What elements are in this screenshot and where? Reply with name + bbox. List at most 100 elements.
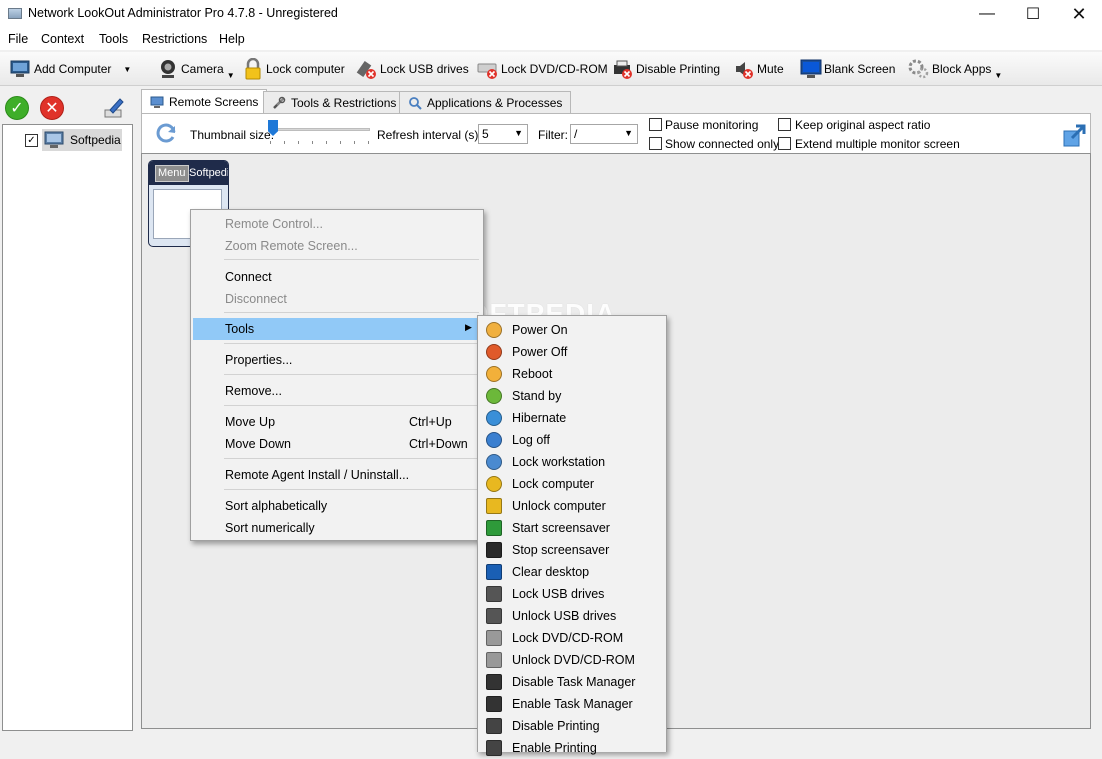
- show-connected-checkbox[interactable]: [649, 137, 662, 150]
- lock-dvd-icon: [486, 630, 502, 646]
- tools-submenu-item[interactable]: Lock computer: [480, 473, 664, 495]
- slider-thumb[interactable]: [268, 120, 278, 136]
- close-button[interactable]: ✕: [1056, 0, 1102, 28]
- menu-connect[interactable]: Connect: [193, 266, 481, 288]
- tools-submenu-item[interactable]: Disable Task Manager: [480, 671, 664, 693]
- tools-submenu-item[interactable]: Stop screensaver: [480, 539, 664, 561]
- refresh-interval-label: Refresh interval (s):: [377, 128, 482, 142]
- gears-icon: [908, 59, 929, 79]
- move-down-shortcut: Ctrl+Down: [409, 437, 468, 451]
- filter-select[interactable]: / ▼: [570, 124, 638, 144]
- pause-monitoring-checkbox[interactable]: [649, 118, 662, 131]
- unlock-usb-icon: [486, 608, 502, 624]
- menu-move-up[interactable]: Move Up Ctrl+Up: [193, 411, 481, 433]
- clear-desktop-icon: [486, 564, 502, 580]
- cancel-x-icon[interactable]: ✕: [40, 96, 64, 120]
- main-toolbar: Add Computer ▼ Camera ▼ Lock computer Lo…: [0, 52, 1102, 86]
- mute-button[interactable]: Mute: [733, 57, 784, 81]
- menu-sort-alphabetically[interactable]: Sort alphabetically: [193, 495, 481, 517]
- dvd-lock-icon: [477, 63, 497, 79]
- menu-tools-item[interactable]: Tools ▶: [193, 318, 481, 340]
- menu-tools[interactable]: Tools: [99, 32, 128, 46]
- applications-search-icon: [409, 96, 422, 110]
- tab-remote-screens[interactable]: Remote Screens: [141, 89, 268, 114]
- tools-submenu-item[interactable]: Lock workstation: [480, 451, 664, 473]
- chevron-down-icon[interactable]: ▼: [227, 71, 235, 80]
- block-apps-button[interactable]: Block Apps ▼: [908, 57, 1002, 81]
- minimize-button[interactable]: —: [964, 0, 1010, 28]
- camera-icon: [161, 60, 175, 78]
- camera-button[interactable]: Camera ▼: [157, 57, 235, 81]
- tools-submenu-item[interactable]: Enable Task Manager: [480, 693, 664, 715]
- menu-remote-control[interactable]: Remote Control...: [193, 213, 481, 235]
- tools-submenu-item[interactable]: Unlock DVD/CD-ROM: [480, 649, 664, 671]
- tools-submenu-item[interactable]: Enable Printing: [480, 737, 664, 759]
- pause-monitoring-label: Pause monitoring: [665, 118, 759, 132]
- edit-list-icon[interactable]: [102, 96, 126, 120]
- maximize-button[interactable]: ☐: [1010, 0, 1056, 28]
- tools-submenu-item[interactable]: Reboot: [480, 363, 664, 385]
- tools-submenu-item[interactable]: Lock DVD/CD-ROM: [480, 627, 664, 649]
- menu-separator: [224, 489, 479, 490]
- menu-properties[interactable]: Properties...: [193, 349, 481, 371]
- blank-screen-button[interactable]: Blank Screen: [800, 57, 895, 81]
- thumbnail-name: Softpedia: [189, 167, 228, 179]
- tools-submenu-item[interactable]: Hibernate: [480, 407, 664, 429]
- tools-submenu-item[interactable]: Power On: [480, 319, 664, 341]
- lock-workstation-icon: [486, 454, 502, 470]
- tools-submenu-item[interactable]: Log off: [480, 429, 664, 451]
- refresh-interval-select[interactable]: 5 ▼: [478, 124, 528, 144]
- lock-computer-button[interactable]: Lock computer: [242, 57, 345, 81]
- tree-item-checkbox[interactable]: ✓: [25, 134, 38, 147]
- add-computer-button[interactable]: Add Computer ▼: [10, 57, 131, 81]
- tools-submenu: Power On Power Off Reboot Stand by Hibernate…: [477, 315, 667, 756]
- tab-tools-restrictions[interactable]: Tools & Restrictions: [263, 91, 406, 113]
- tools-submenu-item[interactable]: Unlock USB drives: [480, 605, 664, 627]
- tools-icon: [273, 96, 286, 109]
- menu-remove[interactable]: Remove...: [193, 380, 481, 402]
- app-icon: [8, 8, 22, 19]
- computer-icon: [44, 131, 64, 148]
- tools-submenu-item[interactable]: Lock USB drives: [480, 583, 664, 605]
- add-computer-icon: [10, 60, 30, 77]
- thumbnail-size-slider[interactable]: [268, 119, 370, 147]
- menu-disconnect[interactable]: Disconnect: [193, 288, 481, 310]
- tools-submenu-item[interactable]: Disable Printing: [480, 715, 664, 737]
- tree-item-softpedia[interactable]: Softpedia: [42, 129, 122, 151]
- tools-submenu-item[interactable]: Clear desktop: [480, 561, 664, 583]
- thumbnail-menu-button[interactable]: Menu: [155, 165, 189, 182]
- popout-icon[interactable]: [1062, 122, 1088, 148]
- lock-dvd-button[interactable]: Lock DVD/CD-ROM: [477, 57, 608, 81]
- tools-submenu-item[interactable]: Power Off: [480, 341, 664, 363]
- menu-file[interactable]: File: [8, 32, 28, 46]
- menu-help[interactable]: Help: [219, 32, 245, 46]
- menu-restrictions[interactable]: Restrictions: [142, 32, 207, 46]
- accept-check-icon[interactable]: ✓: [5, 96, 29, 120]
- menu-zoom-remote-screen[interactable]: Zoom Remote Screen...: [193, 235, 481, 257]
- chevron-down-icon[interactable]: ▼: [123, 65, 131, 74]
- tools-submenu-item[interactable]: Unlock computer: [480, 495, 664, 517]
- tools-submenu-item[interactable]: Start screensaver: [480, 517, 664, 539]
- printer-disable-icon: [614, 60, 632, 79]
- menu-agent-install[interactable]: Remote Agent Install / Uninstall...: [193, 464, 481, 486]
- menu-separator: [224, 405, 479, 406]
- menu-sort-numerically[interactable]: Sort numerically: [193, 517, 481, 539]
- menu-context[interactable]: Context: [41, 32, 84, 46]
- tools-submenu-item[interactable]: Stand by: [480, 385, 664, 407]
- disable-printing-button[interactable]: Disable Printing: [612, 57, 720, 81]
- chevron-down-icon[interactable]: ▼: [994, 71, 1002, 80]
- menu-separator: [224, 259, 479, 260]
- submenu-arrow-icon: ▶: [465, 322, 472, 332]
- extend-monitor-checkbox[interactable]: [778, 137, 791, 150]
- chevron-down-icon: ▼: [624, 128, 633, 138]
- move-up-shortcut: Ctrl+Up: [409, 415, 452, 429]
- tab-applications-processes[interactable]: Applications & Processes: [399, 91, 572, 113]
- disable-printing-icon: [486, 718, 502, 734]
- refresh-icon[interactable]: [154, 122, 178, 146]
- lock-usb-button[interactable]: Lock USB drives: [356, 57, 469, 81]
- keep-aspect-checkbox[interactable]: [778, 118, 791, 131]
- enable-task-manager-icon: [486, 696, 502, 712]
- menu-move-down[interactable]: Move Down Ctrl+Down: [193, 433, 481, 455]
- extend-monitor-label: Extend multiple monitor screen: [795, 137, 960, 151]
- stop-screensaver-icon: [486, 542, 502, 558]
